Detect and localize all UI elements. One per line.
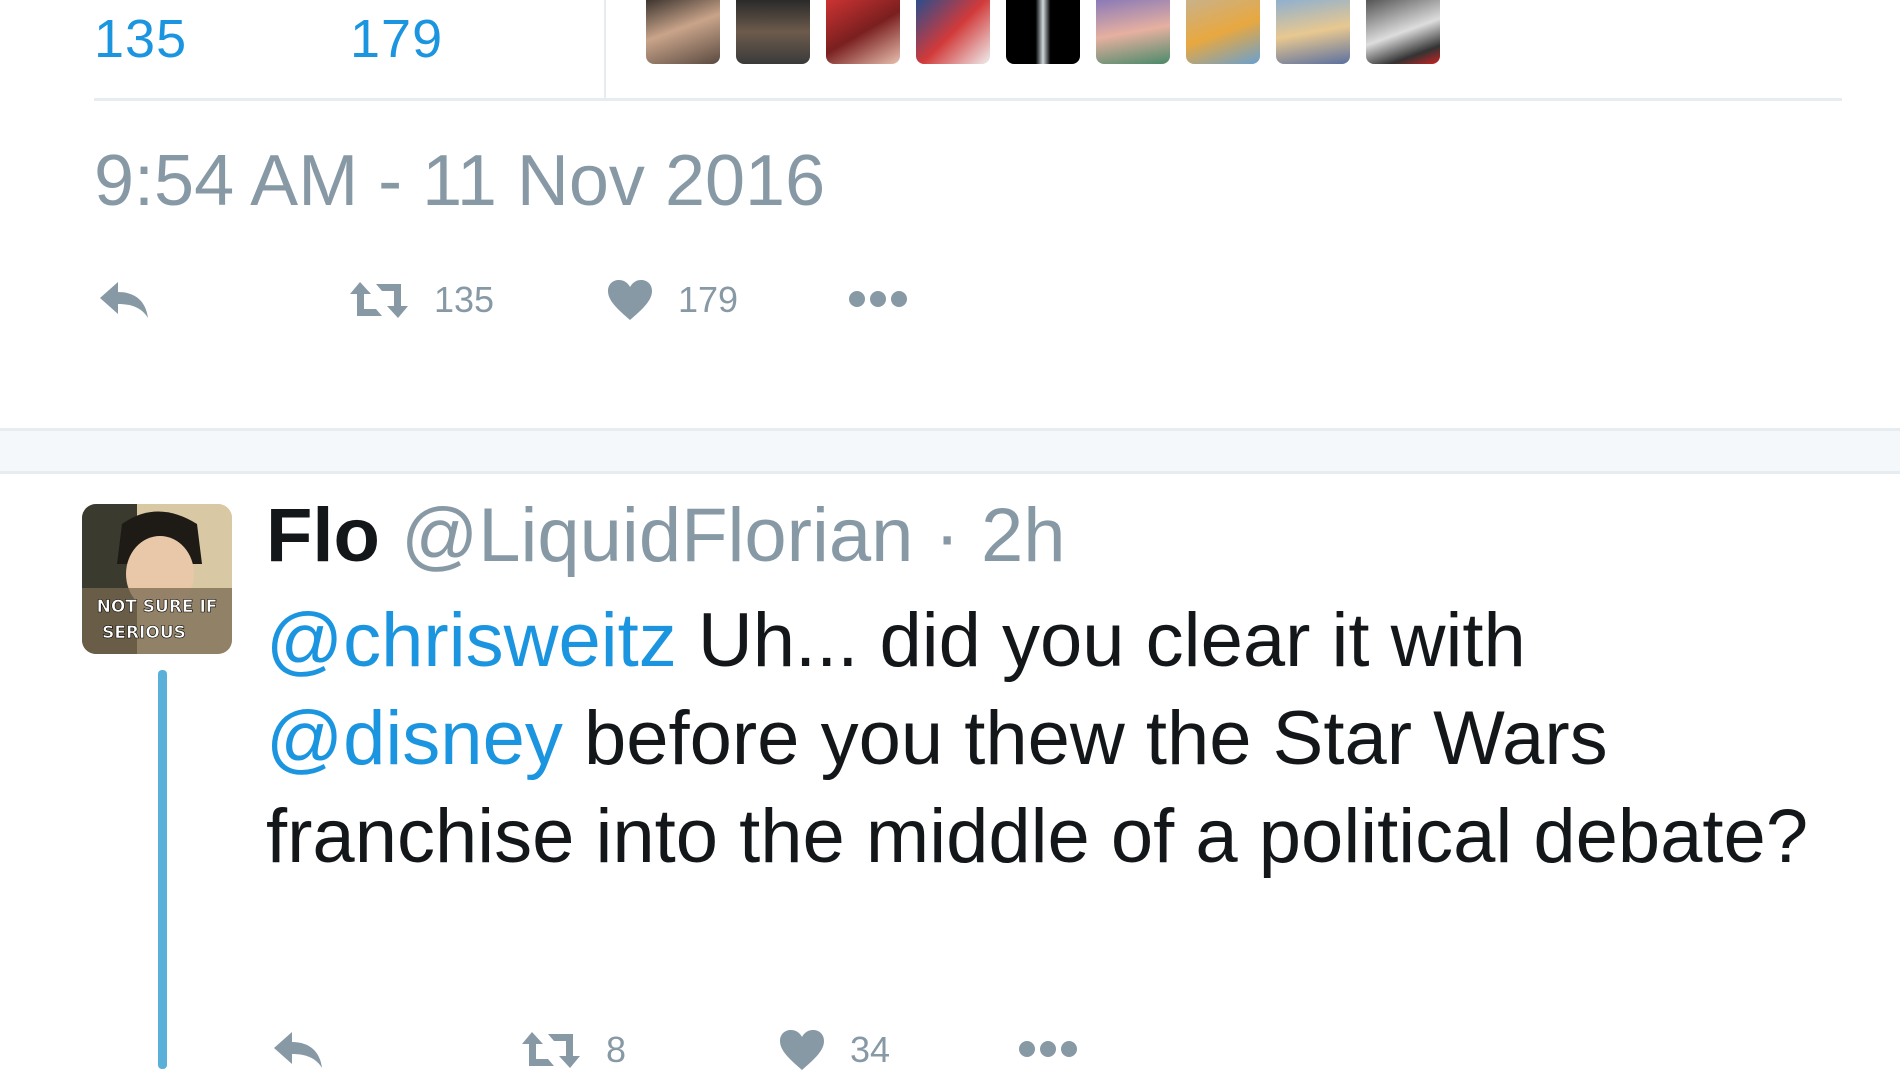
liker-avatar[interactable]	[826, 0, 900, 64]
heart-icon	[780, 1030, 824, 1070]
liker-avatar[interactable]	[1096, 0, 1170, 64]
separator-dot: ·	[934, 493, 960, 578]
retweet-icon	[522, 1032, 580, 1068]
liker-avatars	[646, 0, 1440, 64]
mention-link[interactable]: @disney	[266, 696, 563, 781]
reply-icon	[274, 1032, 322, 1068]
liker-avatar[interactable]	[736, 0, 810, 64]
mention-link[interactable]: @chrisweitz	[266, 598, 677, 683]
tweet-time[interactable]: 2h	[981, 493, 1066, 578]
tweet-header: Flo @LiquidFlorian · 2h	[266, 492, 1066, 579]
tweet-text: @chrisweitz Uh... did you clear it with …	[266, 592, 1826, 886]
divider	[94, 98, 1842, 101]
section-separator	[0, 428, 1900, 474]
tweet-timestamp[interactable]: 9:54 AM - 11 Nov 2016	[94, 140, 825, 222]
thread-line	[158, 670, 167, 1069]
retweet-count: 135	[434, 279, 495, 320]
user-handle[interactable]: @LiquidFlorian	[401, 493, 913, 578]
liker-avatar[interactable]	[1366, 0, 1440, 64]
heart-icon	[608, 280, 652, 320]
avatar-caption-top: NOT SURE IF	[97, 597, 218, 617]
reply-button[interactable]	[270, 1028, 326, 1072]
liker-avatar[interactable]	[1186, 0, 1260, 64]
tweet-text-segment: Uh... did you clear it with	[676, 598, 1526, 683]
liker-avatar[interactable]	[1006, 0, 1080, 64]
like-button[interactable]: 179	[606, 278, 738, 322]
retweet-button[interactable]: 8	[520, 1028, 626, 1072]
avatar-caption-bottom: SERIOUS	[102, 623, 186, 643]
reply-button[interactable]	[96, 278, 152, 322]
retweets-count[interactable]: 135	[94, 8, 187, 70]
tweet-stats: 135 179	[0, 0, 1900, 100]
avatar[interactable]: NOT SURE IF SERIOUS	[82, 504, 232, 654]
like-count: 179	[678, 279, 739, 320]
retweet-icon	[350, 282, 408, 318]
like-button[interactable]: 34	[778, 1028, 890, 1072]
liker-avatar[interactable]	[646, 0, 720, 64]
more-icon	[849, 291, 907, 307]
display-name[interactable]: Flo	[266, 493, 380, 578]
more-button[interactable]	[1018, 1038, 1078, 1060]
like-count: 34	[850, 1029, 891, 1070]
tweet-actions: 135 179	[0, 270, 1900, 330]
reply-icon	[100, 282, 148, 318]
stats-divider	[604, 0, 606, 98]
retweet-button[interactable]: 135	[348, 278, 494, 322]
liker-avatar[interactable]	[916, 0, 990, 64]
more-icon	[1019, 1041, 1077, 1057]
more-button[interactable]	[848, 288, 908, 310]
avatar-image: NOT SURE IF SERIOUS	[82, 504, 232, 654]
liker-avatar[interactable]	[1276, 0, 1350, 64]
likes-count[interactable]: 179	[350, 8, 443, 70]
retweet-count: 8	[606, 1029, 627, 1070]
reply-actions: 8 34	[0, 1020, 1900, 1080]
